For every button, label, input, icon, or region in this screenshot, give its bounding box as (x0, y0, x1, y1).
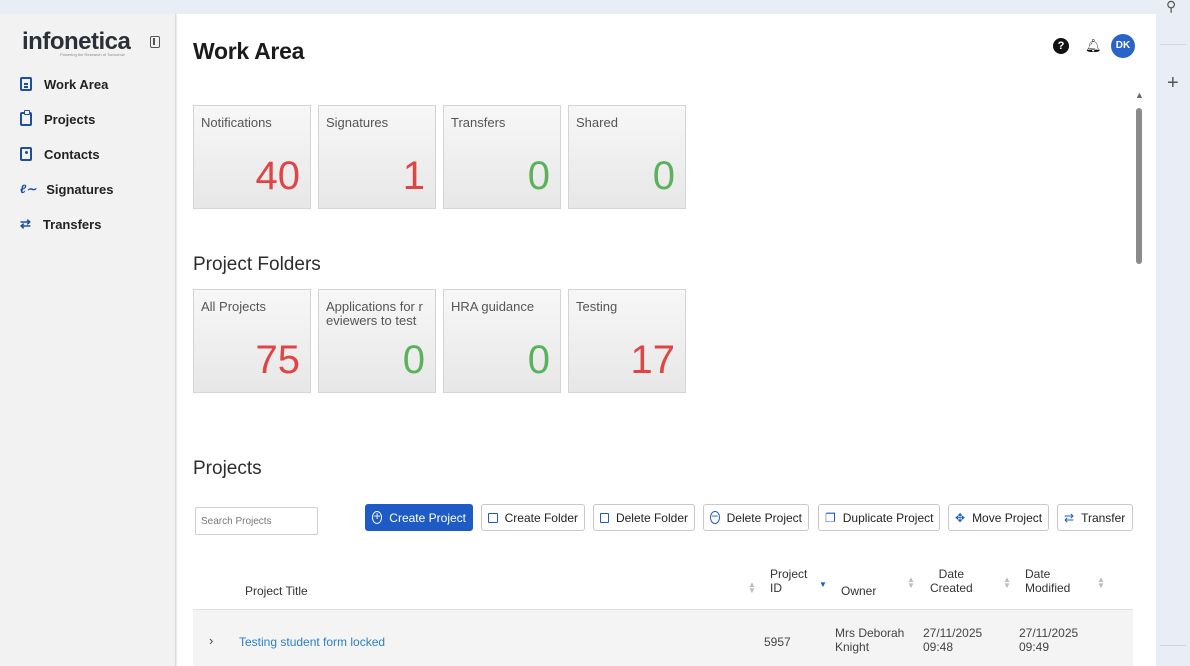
column-header-project-title[interactable]: Project Title (245, 584, 308, 598)
project-folders-title: Project Folders (193, 254, 321, 275)
tile-value: 75 (255, 338, 301, 382)
tile-signatures[interactable]: Signatures 1 (318, 105, 436, 209)
sidebar-collapse-icon[interactable] (150, 36, 160, 48)
browser-side-panel: ⚲ + (1156, 0, 1190, 666)
main-content: Work Area ? 🔔︎ DK Notifications 40 Signa… (177, 14, 1156, 666)
sidebar-item-signatures[interactable]: ℓ∼ Signatures (20, 178, 113, 200)
tile-value: 1 (402, 154, 425, 198)
sidebar-item-label: Projects (44, 111, 96, 127)
sidebar-item-label: Transfers (42, 216, 102, 232)
tile-value: 0 (652, 154, 675, 198)
sidebar-item-contacts[interactable]: Contacts (20, 143, 100, 165)
search-projects-input[interactable] (195, 507, 318, 535)
transfer-button[interactable]: ⇄ Transfer (1057, 504, 1133, 531)
search-icon[interactable]: ⚲ (1166, 0, 1176, 15)
move-project-button[interactable]: ✥ Move Project (948, 504, 1049, 531)
tile-value: 0 (527, 154, 550, 198)
tile-value: 17 (630, 338, 676, 382)
tile-notifications[interactable]: Notifications 40 (193, 105, 311, 209)
tile-label: Transfers (451, 115, 506, 130)
sort-icon[interactable]: ▲ ▼ (907, 576, 915, 590)
tile-label: All Projects (201, 299, 267, 314)
signature-icon: ℓ∼ (20, 182, 37, 196)
divider (1160, 645, 1186, 646)
minus-circle-icon: − (710, 509, 720, 524)
sort-icon[interactable]: ▲ ▼ (1097, 576, 1105, 590)
folder-tile-hra-guidance[interactable]: HRA guidance 0 (443, 289, 561, 393)
avatar[interactable]: DK (1111, 34, 1135, 58)
delete-folder-button[interactable]: Delete Folder (593, 504, 695, 531)
projects-title: Projects (193, 458, 262, 479)
app-tagline: Powering the Research of Tomorrow (60, 52, 125, 57)
tile-label: Notifications (201, 115, 272, 130)
project-title-link[interactable]: Testing student form locked (239, 635, 385, 649)
copy-icon: ❐ (825, 510, 836, 525)
tile-value: 0 (527, 338, 550, 382)
project-id: 5957 (764, 635, 791, 649)
create-folder-button[interactable]: Create Folder (481, 504, 585, 531)
transfer-arrows-icon: ⇄ (20, 216, 31, 231)
tile-value: 40 (255, 154, 301, 198)
tile-label: Applications for r eviewers to test (326, 299, 423, 328)
sidebar-item-work-area[interactable]: Work Area (20, 73, 108, 95)
create-project-button[interactable]: + Create Project (365, 504, 473, 531)
column-header-project-id[interactable]: Project ID (770, 567, 807, 595)
tile-transfers[interactable]: Transfers 0 (443, 105, 561, 209)
tile-shared[interactable]: Shared 0 (568, 105, 686, 209)
tile-label: Shared (576, 115, 618, 130)
project-date-modified: 27/11/2025 09:49 (1019, 626, 1079, 654)
project-owner: Mrs Deborah Knight (835, 626, 905, 654)
tile-value: 0 (402, 338, 425, 382)
bell-icon[interactable]: 🔔︎ (1085, 38, 1102, 54)
add-icon[interactable]: + (1167, 72, 1179, 95)
column-header-date-created[interactable]: Date Created (930, 567, 973, 595)
page-title: Work Area (193, 38, 305, 64)
tile-label: Testing (576, 299, 618, 314)
duplicate-project-button[interactable]: ❐ Duplicate Project (818, 504, 940, 531)
divider (1160, 44, 1186, 45)
scroll-up-arrow-icon[interactable]: ▲ (1135, 90, 1144, 100)
expand-chevron-icon[interactable]: › (209, 634, 213, 648)
document-icon (20, 77, 32, 91)
tile-label: HRA guidance (451, 299, 535, 314)
sort-desc-icon[interactable]: ▼ (819, 581, 827, 589)
vertical-scrollbar[interactable] (1136, 108, 1142, 264)
sidebar-item-label: Contacts (44, 146, 100, 162)
folder-minus-icon (600, 512, 609, 523)
folder-tile-applications[interactable]: Applications for r eviewers to test 0 (318, 289, 436, 393)
sidebar-item-transfers[interactable]: ⇄ Transfers (20, 213, 101, 235)
contact-card-icon (20, 147, 32, 161)
folder-plus-icon (488, 512, 498, 523)
clipboard-icon (20, 110, 32, 126)
plus-circle-icon: + (372, 509, 383, 524)
sidebar-item-projects[interactable]: Projects (20, 108, 95, 130)
sidebar: infonetica Powering the Research of Tomo… (0, 14, 176, 666)
sort-icon[interactable]: ▲ ▼ (1003, 576, 1011, 590)
column-header-date-modified[interactable]: Date Modified (1025, 567, 1070, 595)
column-header-owner[interactable]: Owner (841, 584, 876, 598)
transfer-arrows-icon: ⇄ (1064, 510, 1075, 525)
delete-project-button[interactable]: − Delete Project (703, 504, 809, 531)
folder-tile-all-projects[interactable]: All Projects 75 (193, 289, 311, 393)
help-icon[interactable]: ? (1053, 38, 1069, 54)
folder-tile-testing[interactable]: Testing 17 (568, 289, 686, 393)
move-arrows-icon: ✥ (955, 510, 966, 525)
sort-icon[interactable]: ▲ ▼ (748, 581, 756, 595)
tile-label: Signatures (326, 115, 389, 130)
project-date-created: 27/11/2025 09:48 (923, 626, 983, 654)
sidebar-item-label: Signatures (46, 181, 114, 197)
sidebar-item-label: Work Area (44, 76, 109, 92)
browser-top-strip (0, 0, 1156, 14)
